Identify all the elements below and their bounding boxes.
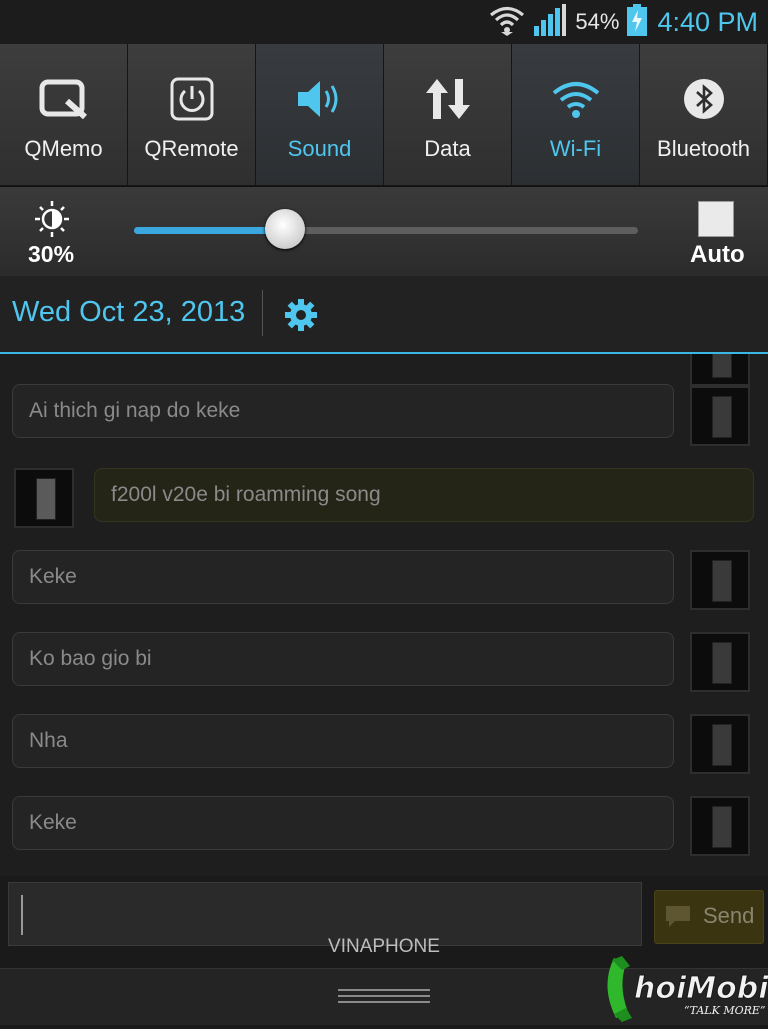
toggle-label: Wi-Fi [549,136,602,161]
date-bar: Wed Oct 23, 2013 [0,276,768,354]
brightness-slider[interactable] [134,227,638,234]
toggle-label: Bluetooth [657,136,750,161]
auto-brightness-checkbox[interactable] [698,201,734,237]
message-icon [665,905,691,934]
toggle-qmemo[interactable]: QMemo [0,44,128,186]
toggle-label: QRemote [144,136,239,161]
toggle-data[interactable]: Data [384,44,512,186]
svg-text:hoiMobile: hoiMobile [634,971,768,1006]
handle-line [338,989,430,991]
toggle-sound[interactable]: Sound [256,44,384,186]
toggle-bluetooth[interactable]: Bluetooth [640,44,768,186]
bluetooth-icon [682,70,726,128]
avatar [690,632,750,692]
message-bubble[interactable]: Ko bao gio bi [12,632,674,686]
brightness-slider-fill [134,227,286,234]
toggle-wifi[interactable]: Wi-Fi [512,44,640,186]
message-bubble[interactable]: Nha [12,714,674,768]
toggle-qremote[interactable]: QRemote [128,44,256,186]
message-bubble[interactable]: Ai thich gi nap do keke [12,384,674,438]
handle-line [338,1001,430,1003]
qremote-icon [170,70,214,128]
speaker-icon [296,70,344,128]
battery-charging-icon [627,3,648,41]
date-label: Wed Oct 23, 2013 [12,296,246,328]
brightness-icon [32,201,72,242]
avatar [14,468,74,528]
clock: 4:40 PM [657,6,758,37]
quick-settings-toggles: QMemo QRemote Sound Data Wi-Fi Bluetooth [0,44,768,186]
toggle-label: Sound [287,136,352,161]
toggle-label: QMemo [24,136,103,161]
text-caret [21,895,23,935]
gear-icon[interactable] [284,298,318,337]
send-label: Send [703,903,755,928]
data-arrows-icon [424,70,472,128]
status-bar: 54% 4:40 PM [0,0,768,44]
brightness-panel: 30% Auto [0,186,768,277]
toggle-label: Data [424,136,471,161]
divider [262,290,263,336]
avatar [690,714,750,774]
wifi-icon [551,70,601,128]
message-thread: Ai thich gi nap do keke f200l v20e bi ro… [0,354,768,876]
qmemo-icon [39,70,89,128]
svg-text:“TALK MORE”: “TALK MORE” [684,1004,766,1017]
system-status: 54% 4:40 PM [489,0,758,44]
auto-brightness-label: Auto [690,241,745,268]
avatar [690,354,750,386]
signal-icon [533,3,567,41]
handle-line [338,995,430,997]
choimobile-logo: hoiMobile “TALK MORE” [600,952,768,1024]
message-bubble[interactable]: Keke [12,550,674,604]
wifi-status-icon [489,4,525,41]
brightness-percent: 30% [28,241,75,267]
brightness-slider-thumb[interactable] [265,209,306,249]
avatar [690,796,750,856]
message-bubble[interactable]: f200l v20e bi roamming song [94,468,754,522]
message-bubble[interactable]: Keke [12,796,674,850]
avatar [690,386,750,446]
avatar [690,550,750,610]
battery-percent: 54% [575,9,620,34]
